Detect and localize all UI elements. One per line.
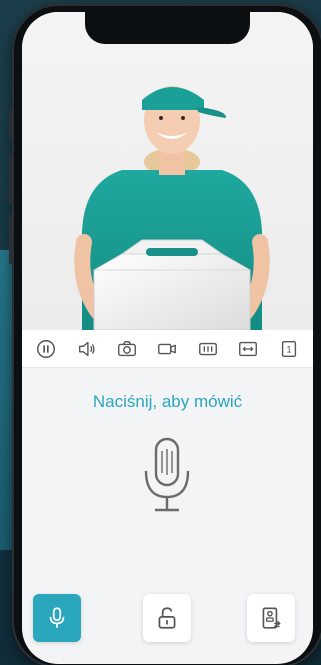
speaker-icon — [78, 341, 95, 356]
courier-image — [74, 86, 270, 330]
channel-number: 1 — [286, 344, 291, 354]
side-button — [9, 214, 13, 264]
snapshot-button[interactable] — [114, 336, 140, 362]
side-button — [9, 109, 13, 139]
side-button — [9, 154, 13, 204]
pause-button[interactable] — [33, 336, 59, 362]
channel-number-icon: 1 — [281, 340, 296, 357]
microphone-icon — [49, 607, 65, 628]
channel-button[interactable]: 1 — [276, 336, 302, 362]
talk-button[interactable] — [33, 594, 81, 642]
video-toolbar: 1 — [22, 330, 313, 368]
record-button[interactable] — [154, 336, 180, 362]
camera-icon — [118, 340, 136, 356]
intercom-switch-icon — [262, 607, 281, 629]
push-to-talk-label: Naciśnij, aby mówić — [92, 392, 243, 411]
switch-intercom-button[interactable] — [247, 594, 295, 642]
film-icon — [198, 342, 217, 355]
resize-button[interactable] — [235, 336, 261, 362]
microphone-icon — [144, 437, 190, 512]
bottom-action-bar — [22, 586, 313, 664]
pause-icon — [37, 339, 56, 358]
push-to-talk-area[interactable] — [137, 437, 197, 517]
expand-horizontal-icon — [239, 341, 258, 356]
unlock-door-button[interactable] — [143, 594, 191, 642]
recordings-button[interactable] — [195, 336, 221, 362]
video-record-icon — [158, 343, 177, 354]
video-feed — [22, 12, 313, 330]
notch — [85, 12, 250, 44]
speaker-button[interactable] — [74, 336, 100, 362]
phone-screen: 1 Naciśnij, aby mówić — [22, 12, 313, 664]
unlock-icon — [158, 607, 176, 629]
